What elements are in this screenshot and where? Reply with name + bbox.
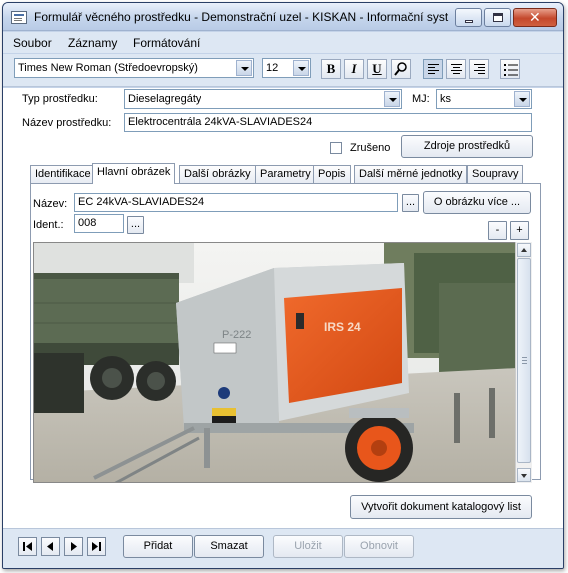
menu-formatovani[interactable]: Formátování [133, 36, 200, 50]
photo-brand-label: IRS 24 [324, 320, 361, 334]
typ-value: Dieselagregáty [128, 93, 202, 105]
image-name-label: Název: [33, 198, 68, 210]
ident-label: Ident.: [33, 219, 64, 231]
photo-plate-label: P-222 [222, 329, 251, 341]
image-name-field[interactable]: EC 24kVA-SLAVIADES24 [74, 193, 398, 212]
minimize-button[interactable] [455, 8, 482, 27]
nazev-value: Elektrocentrála 24kVA-SLAVIADES24 [128, 116, 313, 128]
align-center-icon [451, 64, 462, 75]
italic-button[interactable]: I [344, 59, 364, 79]
close-icon: ✕ [529, 9, 541, 25]
delete-record-button[interactable]: Smazat [194, 535, 264, 558]
font-name-select[interactable]: Times New Roman (Středoevropský) [14, 58, 254, 78]
mj-label: MJ: [412, 93, 430, 105]
menu-zaznamy[interactable]: Záznamy [68, 36, 117, 50]
application-window: Formulář věcného prostředku - Demonstrač… [2, 2, 564, 569]
maximize-button[interactable] [484, 8, 511, 27]
image-name-browse-button[interactable]: ... [402, 194, 419, 212]
zoom-out-button[interactable]: - [488, 221, 507, 240]
minimize-icon [465, 20, 473, 23]
image-info-button[interactable]: O obrázku více ... [423, 191, 531, 214]
title-bar[interactable]: Formulář věcného prostředku - Demonstrač… [3, 3, 563, 31]
zdroje-button[interactable]: Zdroje prostředků [401, 135, 533, 158]
mj-value: ks [440, 93, 451, 105]
first-record-icon [23, 542, 32, 551]
ident-field[interactable]: 008 [74, 214, 124, 233]
align-center-button[interactable] [446, 59, 466, 79]
format-brush-button[interactable] [391, 59, 411, 79]
zoom-in-button[interactable]: + [510, 221, 529, 240]
save-record-button[interactable]: Uložit [273, 535, 343, 558]
tab-identifikace[interactable]: Identifikace [30, 165, 96, 183]
window-title: Formulář věcného prostředku - Demonstrač… [34, 10, 449, 24]
tab-hlavni-obrazek[interactable]: Hlavní obrázek [92, 163, 176, 184]
align-right-icon [474, 64, 485, 75]
record-navigation-bar: Přidat Smazat Uložit Obnovit [3, 528, 563, 568]
font-size-value: 12 [266, 62, 279, 74]
last-record-button[interactable] [87, 537, 106, 556]
scroll-down-icon[interactable] [517, 468, 531, 482]
nazev-field[interactable]: Elektrocentrála 24kVA-SLAVIADES24 [124, 113, 532, 132]
main-image: IRS 24 P-222 [33, 242, 516, 483]
chevron-down-icon[interactable] [293, 60, 309, 76]
maximize-icon [493, 13, 503, 22]
zruseno-checkbox[interactable] [330, 142, 342, 154]
nazev-label: Název prostředku: [22, 117, 112, 129]
font-name-value: Times New Roman (Středoevropský) [18, 62, 198, 74]
chevron-down-icon[interactable] [236, 60, 252, 76]
tab-parametry[interactable]: Parametry [255, 165, 316, 183]
underline-button[interactable]: U [367, 59, 387, 79]
scroll-up-icon[interactable] [517, 243, 531, 257]
menu-bar: Soubor Záznamy Formátování [3, 32, 563, 53]
scroll-thumb[interactable] [517, 258, 531, 463]
tab-dalsi-merne-jednotky[interactable]: Další měrné jednotky [354, 165, 468, 183]
previous-record-button[interactable] [41, 537, 60, 556]
image-name-value: EC 24kVA-SLAVIADES24 [78, 196, 205, 208]
zruseno-label: Zrušeno [350, 142, 391, 154]
generator-photo: IRS 24 P-222 [34, 243, 515, 482]
catalog-sheet-button[interactable]: Vytvořit dokument katalogový list [350, 495, 532, 519]
align-right-button[interactable] [469, 59, 489, 79]
search-format-icon [394, 62, 407, 76]
add-record-button[interactable]: Přidat [123, 535, 193, 558]
next-record-button[interactable] [64, 537, 83, 556]
grip-icon [522, 357, 527, 364]
tab-soupravy[interactable]: Soupravy [467, 165, 524, 183]
chevron-down-icon[interactable] [514, 91, 530, 107]
bold-button[interactable]: B [321, 59, 341, 79]
ident-browse-button[interactable]: ... [127, 216, 144, 234]
bullet-list-button[interactable] [500, 59, 520, 79]
font-size-select[interactable]: 12 [262, 58, 311, 78]
typ-label: Typ prostředku: [22, 93, 98, 105]
first-record-button[interactable] [18, 537, 37, 556]
refresh-record-button[interactable]: Obnovit [344, 535, 414, 558]
form-icon [11, 11, 27, 24]
image-scrollbar[interactable] [515, 242, 532, 483]
bullet-list-icon [504, 64, 518, 76]
last-record-icon [92, 542, 101, 551]
typ-select[interactable]: Dieselagregáty [124, 89, 402, 109]
align-left-button[interactable] [423, 59, 443, 79]
chevron-down-icon[interactable] [384, 91, 400, 107]
align-left-icon [428, 64, 439, 75]
tab-popis[interactable]: Popis [313, 165, 351, 183]
mj-select[interactable]: ks [436, 89, 532, 109]
next-record-icon [71, 542, 77, 551]
close-button[interactable]: ✕ [513, 8, 557, 27]
previous-record-icon [47, 542, 53, 551]
tab-dalsi-obrazky[interactable]: Další obrázky [179, 165, 256, 183]
ident-value: 008 [78, 217, 97, 229]
menu-soubor[interactable]: Soubor [13, 36, 52, 50]
